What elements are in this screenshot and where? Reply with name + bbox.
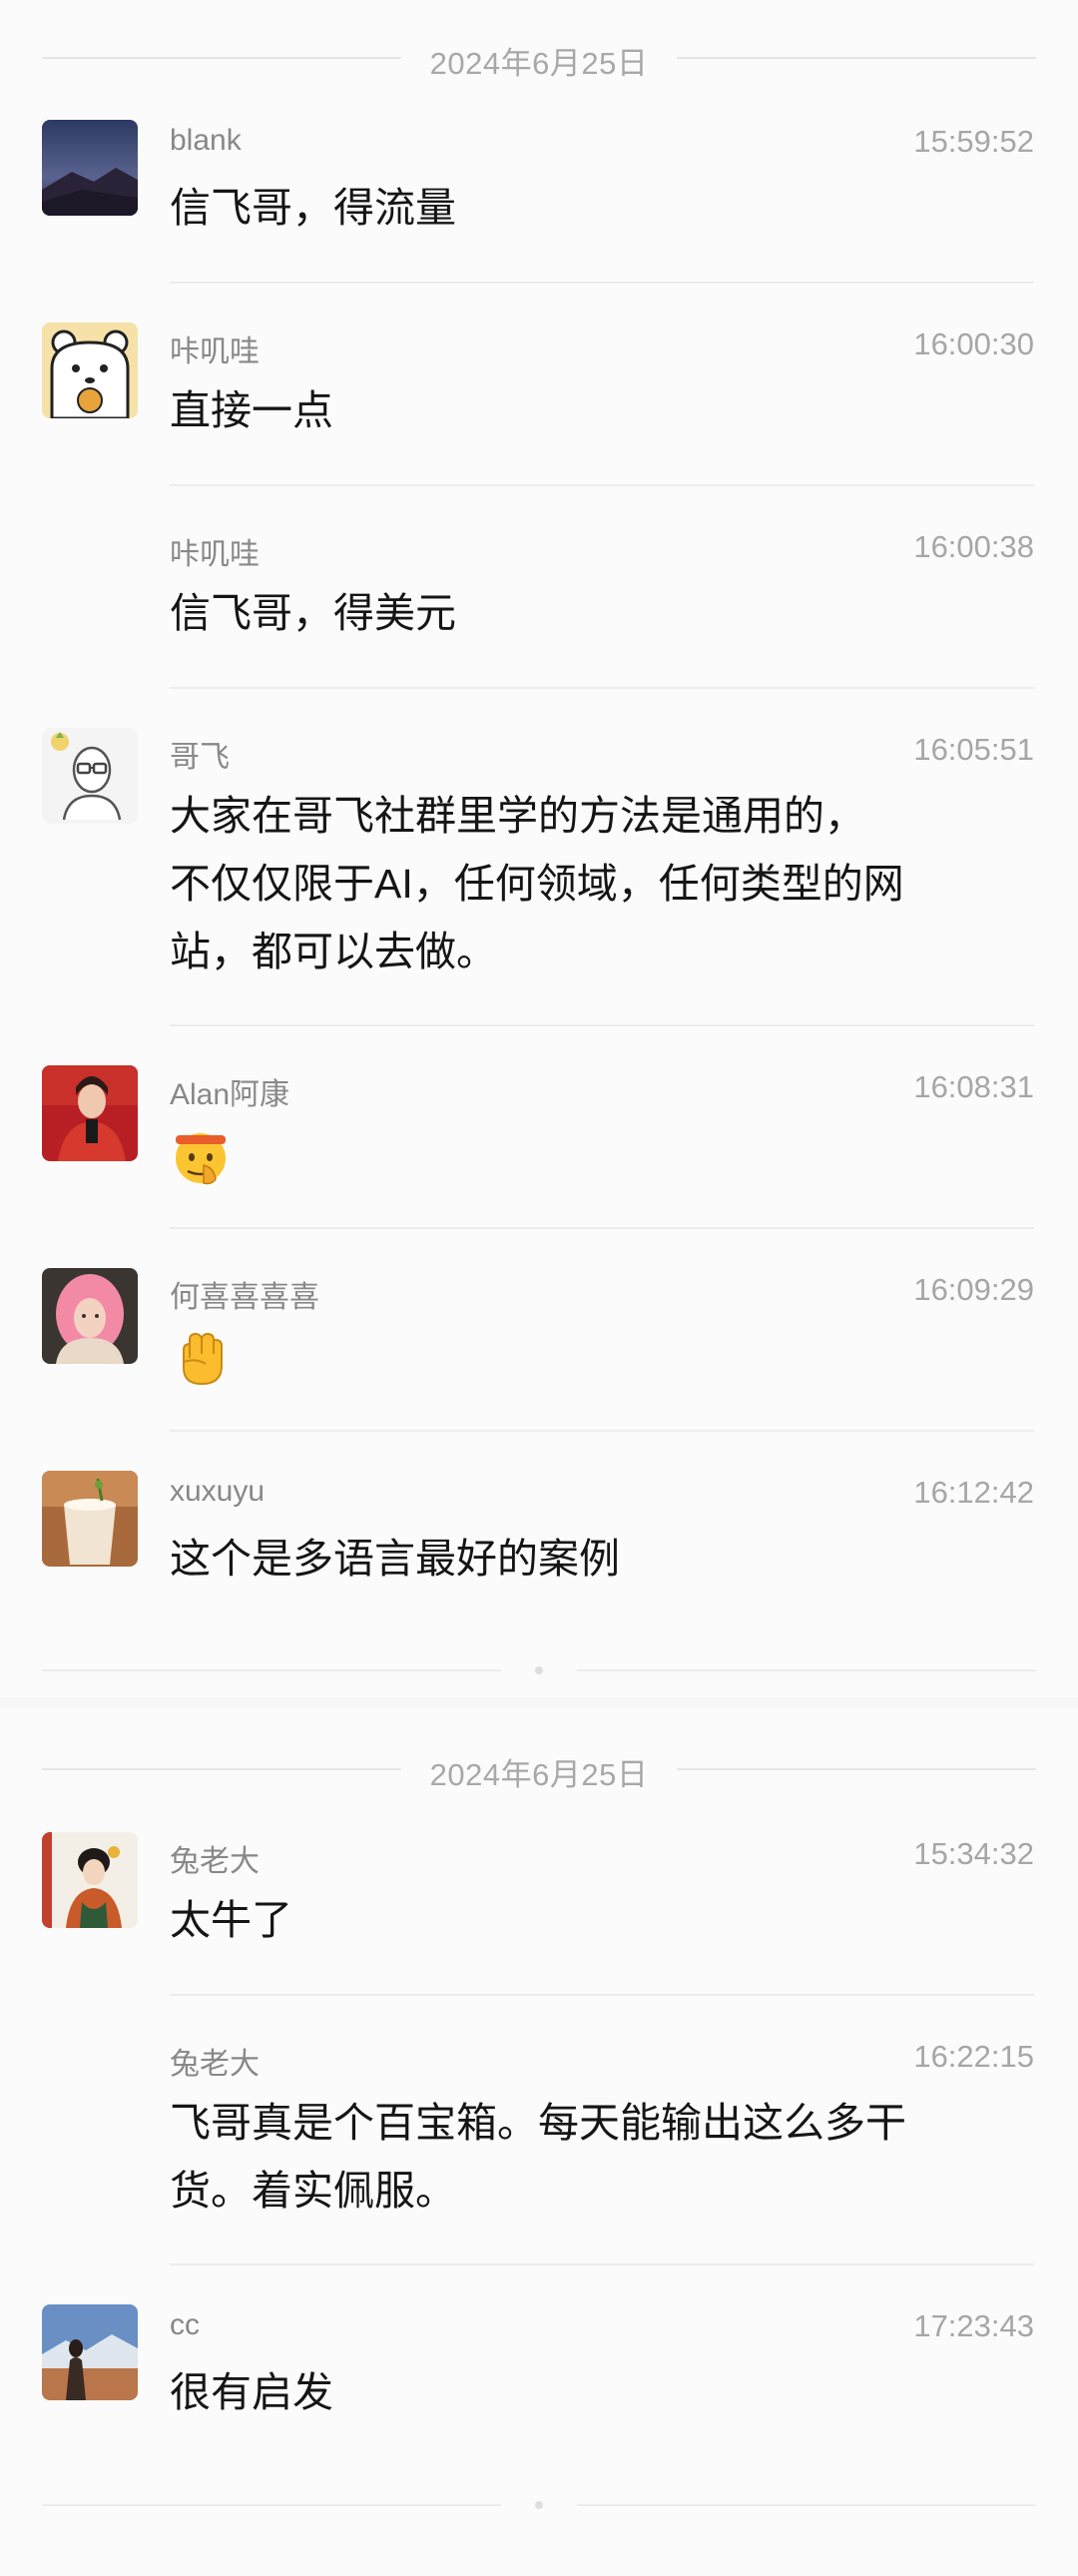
message-time: 15:34:32 (913, 1836, 1034, 1871)
chat-history-page: 2024年6月25日 blank 15:59:52 信飞哥，得流量 咔叽哇 16… (0, 0, 1078, 2576)
night-sky-avatar-icon (42, 120, 138, 216)
message-time: 16:00:38 (913, 529, 1034, 564)
date-separator: 2024年6月25日 (42, 28, 1036, 88)
divider (170, 687, 1034, 689)
avatar[interactable] (42, 728, 138, 824)
message-text: 这个是多语言最好的案例 (170, 1536, 620, 1582)
shushing-face-emoji (176, 1133, 226, 1185)
message-time: 16:08:31 (913, 1069, 1034, 1104)
sender-name[interactable]: 咔叽哇 (170, 529, 260, 573)
illustrated-girl-avatar-icon (42, 1832, 138, 1928)
date-separator: 2024年6月25日 (42, 1739, 1036, 1799)
message-time: 16:12:42 (913, 1475, 1034, 1510)
drink-avatar-icon (42, 1471, 138, 1567)
sender-name[interactable]: 兔老大 (170, 1836, 260, 1880)
message-time: 16:00:30 (913, 326, 1034, 361)
divider (170, 1994, 1034, 1996)
divider (170, 2263, 1034, 2265)
chat-record-card: 2024年6月25日 blank 15:59:52 信飞哥，得流量 咔叽哇 16… (0, 0, 1078, 1697)
message-text-line: 货。着实佩服。 (170, 2168, 456, 2214)
section-end-separator (42, 1664, 1036, 1676)
pink-hair-avatar-icon (42, 1268, 138, 1364)
message-time: 16:22:15 (913, 2039, 1034, 2074)
sender-name[interactable]: xuxuyu (170, 1475, 265, 1509)
divider (170, 484, 1034, 486)
avatar[interactable] (42, 1471, 138, 1567)
sender-name[interactable]: 兔老大 (170, 2039, 260, 2083)
date-label: 2024年6月25日 (429, 46, 649, 81)
message-time: 16:09:29 (913, 1272, 1034, 1307)
message-text: 太牛了 (170, 1897, 292, 1943)
message-time: 15:59:52 (913, 124, 1034, 159)
chat-record-card: 2024年6月25日 兔老大 15:34:32 太牛了 兔老大 16:22:15… (0, 1709, 1078, 2576)
sender-name[interactable]: Alan阿康 (170, 1069, 289, 1113)
message-text: 直接一点 (170, 387, 333, 433)
avatar[interactable] (42, 1065, 138, 1161)
message-text: 大家在哥飞社群里学的方法是通用的， 不仅仅限于AI，任何领域，任何类型的网 站，… (170, 782, 1018, 985)
divider (170, 1024, 1034, 1026)
red-portrait-avatar-icon (42, 1065, 138, 1161)
landscape-avatar-icon (42, 2304, 138, 2400)
avatar[interactable] (42, 120, 138, 216)
sender-name[interactable]: 咔叽哇 (170, 326, 260, 370)
avatar[interactable] (42, 2304, 138, 2400)
message-text: 信飞哥，得美元 (170, 590, 456, 636)
bear-avatar-icon (42, 322, 138, 418)
sender-name[interactable]: cc (170, 2308, 200, 2342)
message-text-line: 飞哥真是个百宝箱。每天能输出这么多干 (170, 2100, 906, 2146)
message-time: 16:05:51 (913, 732, 1034, 767)
avatar[interactable] (42, 1268, 138, 1364)
sender-name[interactable]: 何喜喜喜喜 (170, 1272, 319, 1316)
message-text: 飞哥真是个百宝箱。每天能输出这么多干 货。着实佩服。 (170, 2089, 1018, 2225)
message-text: 很有启发 (170, 2369, 333, 2415)
sender-name[interactable]: 哥飞 (170, 732, 230, 776)
divider (170, 1430, 1034, 1432)
date-label: 2024年6月25日 (429, 1757, 649, 1792)
divider (170, 282, 1034, 284)
avatar[interactable] (42, 322, 138, 418)
message-text-line: 不仅仅限于AI，任何领域，任何类型的网 (170, 861, 904, 907)
sender-name[interactable]: blank (170, 124, 242, 158)
glasses-man-avatar-icon (42, 728, 138, 824)
divider (170, 1227, 1034, 1229)
raised-fist-emoji (183, 1332, 223, 1386)
message-text-line: 站，都可以去做。 (170, 929, 497, 974)
avatar[interactable] (42, 1832, 138, 1928)
section-end-separator (42, 2499, 1036, 2511)
message-text: 信飞哥，得流量 (170, 185, 456, 231)
message-time: 17:23:43 (913, 2308, 1034, 2343)
message-text-line: 大家在哥飞社群里学的方法是通用的， (170, 793, 865, 839)
